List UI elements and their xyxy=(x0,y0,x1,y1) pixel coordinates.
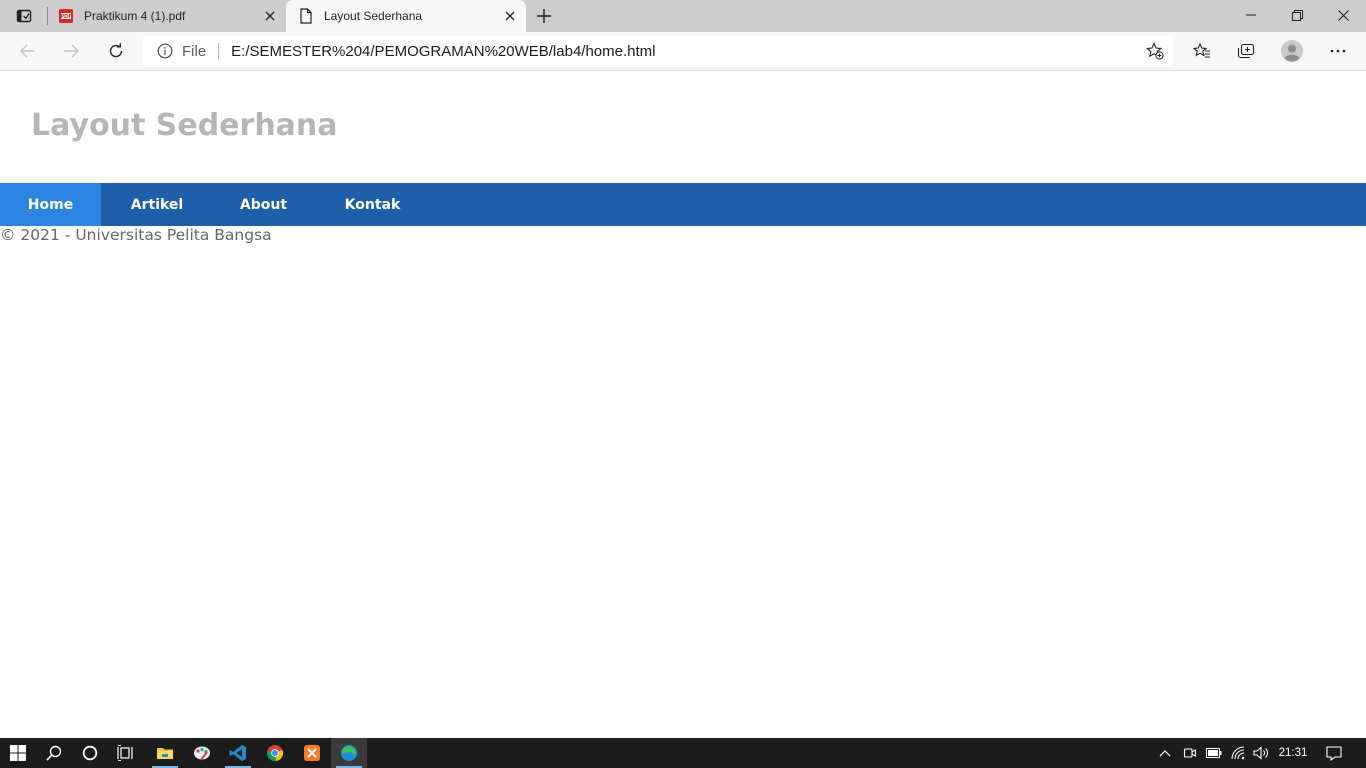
collections-icon[interactable] xyxy=(1231,37,1261,65)
more-icon[interactable] xyxy=(1323,37,1353,65)
chevron-up-icon[interactable] xyxy=(1157,738,1173,768)
nav-link-about[interactable]: About xyxy=(213,183,314,226)
address-divider xyxy=(218,43,220,59)
xampp-icon[interactable] xyxy=(294,738,330,768)
paint-icon[interactable] xyxy=(184,738,220,768)
forward-icon[interactable] xyxy=(56,37,86,65)
tab-layout-sederhana[interactable]: Layout Sederhana xyxy=(286,0,526,32)
profile-icon[interactable] xyxy=(1277,37,1307,65)
page-viewport: Layout Sederhana Home Artikel About Kont… xyxy=(0,71,1366,738)
new-tab-icon[interactable] xyxy=(534,7,554,25)
page-header: Layout Sederhana xyxy=(0,71,1366,183)
tab-title: Praktikum 4 (1).pdf xyxy=(84,9,186,23)
back-icon[interactable] xyxy=(13,37,43,65)
address-bar[interactable]: File E:/SEMESTER%204/PEMOGRAMAN%20WEB/la… xyxy=(143,36,1173,66)
nav-link-artikel[interactable]: Artikel xyxy=(101,183,213,226)
svg-text:PDF: PDF xyxy=(60,14,71,20)
refresh-icon[interactable] xyxy=(101,37,131,65)
windows-taskbar: 21:31 xyxy=(0,738,1366,768)
favorites-icon[interactable] xyxy=(1187,37,1217,65)
close-icon[interactable] xyxy=(1320,0,1366,30)
taskbar-clock[interactable]: 21:31 xyxy=(1270,738,1316,768)
add-favorite-icon[interactable] xyxy=(1145,42,1165,60)
browser-toolbar: File E:/SEMESTER%204/PEMOGRAMAN%20WEB/la… xyxy=(0,32,1366,71)
page-footer: © 2021 - Universitas Pelita Bangsa xyxy=(0,226,272,244)
tab-title: Layout Sederhana xyxy=(324,9,423,23)
cortana-icon[interactable] xyxy=(72,738,108,768)
chrome-icon[interactable] xyxy=(257,738,293,768)
nav-link-home[interactable]: Home xyxy=(0,183,101,226)
browser-tab-strip: PDF Praktikum 4 (1).pdf Layout Sederhana xyxy=(0,0,1366,32)
info-icon[interactable] xyxy=(157,43,173,59)
windows-start-icon[interactable] xyxy=(0,738,36,768)
file-explorer-icon[interactable] xyxy=(147,738,183,768)
search-icon[interactable] xyxy=(36,738,72,768)
page-title: Layout Sederhana xyxy=(31,108,338,143)
restore-icon[interactable] xyxy=(1274,0,1320,30)
wifi-icon[interactable] xyxy=(1229,738,1249,768)
tab-actions-icon[interactable] xyxy=(8,5,40,27)
notification-icon[interactable] xyxy=(1320,738,1348,768)
vscode-icon[interactable] xyxy=(220,738,256,768)
tab-close-icon[interactable] xyxy=(262,8,278,24)
task-view-icon[interactable] xyxy=(108,738,144,768)
page-icon xyxy=(298,8,314,24)
minimize-icon[interactable] xyxy=(1228,0,1274,30)
url-text[interactable]: E:/SEMESTER%204/PEMOGRAMAN%20WEB/lab4/ho… xyxy=(231,43,655,60)
main-navigation: Home Artikel About Kontak xyxy=(0,183,1366,226)
meet-now-icon[interactable] xyxy=(1181,738,1199,768)
volume-icon[interactable] xyxy=(1251,738,1271,768)
battery-icon[interactable] xyxy=(1204,738,1224,768)
edge-icon[interactable] xyxy=(331,738,367,768)
tab-close-icon[interactable] xyxy=(502,8,518,24)
nav-link-kontak[interactable]: Kontak xyxy=(314,183,431,226)
tab-praktikum-pdf[interactable]: PDF Praktikum 4 (1).pdf xyxy=(48,0,286,32)
url-scheme-label: File xyxy=(182,42,207,60)
pdf-icon: PDF xyxy=(58,8,74,24)
